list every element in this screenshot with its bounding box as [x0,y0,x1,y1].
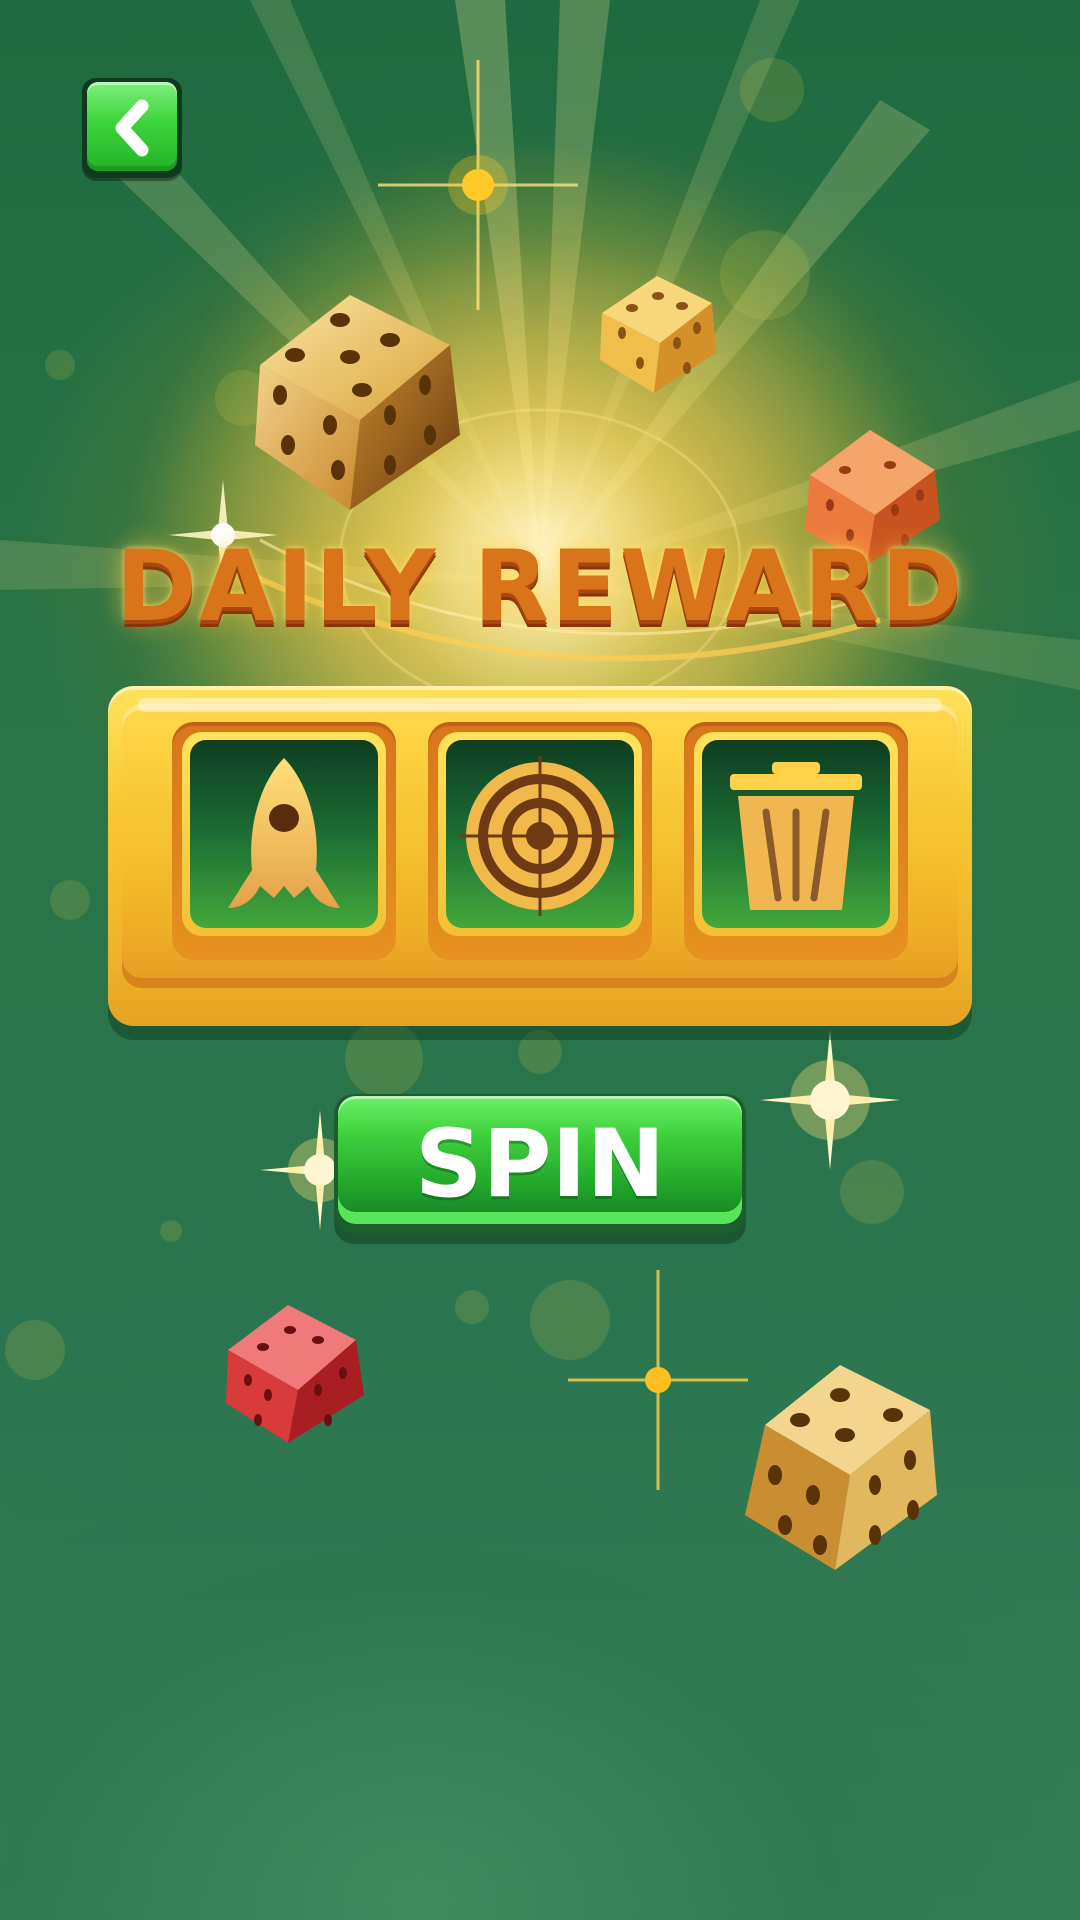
bokeh-dot [45,350,75,380]
trash-can-icon [730,762,862,910]
reel-1 [172,722,396,960]
gold-die-large-bottom-right [745,1365,937,1570]
page-title: DAILY REWARD [115,530,965,644]
reel-window [446,740,634,928]
target-icon [460,756,620,916]
bokeh-dot [455,1290,489,1324]
reel-2 [428,722,652,960]
gold-die-small-top [600,276,716,393]
panel-shine [138,698,942,712]
reel-frame [438,732,642,936]
sparkle-right [760,1030,900,1170]
bokeh-dot [345,1020,423,1098]
back-button[interactable] [82,78,182,178]
slot-machine-panel [108,686,972,1026]
sparkle-bottom [568,1270,748,1490]
reel-window [702,740,890,928]
bokeh-dot [740,58,804,122]
sparkle-top [378,60,578,310]
reel-frame [182,732,386,936]
bokeh-dot [720,230,810,320]
spin-button-label: SPIN [414,1110,666,1219]
bokeh-dot [518,1030,562,1074]
reel-3 [684,722,908,960]
spin-button[interactable]: SPIN [334,1094,746,1234]
rocket-icon [228,758,340,908]
bokeh-dot [50,880,90,920]
reel-window [190,740,378,928]
bokeh-dot [160,1220,182,1242]
spin-button-face: SPIN [338,1096,742,1224]
daily-reward-screen: DAILY REWARD SPIN [0,0,1080,1920]
red-die-bottom-left [226,1305,364,1443]
reel-frame [694,732,898,936]
chevron-left-icon [115,99,149,157]
bokeh-dot [5,1320,65,1380]
